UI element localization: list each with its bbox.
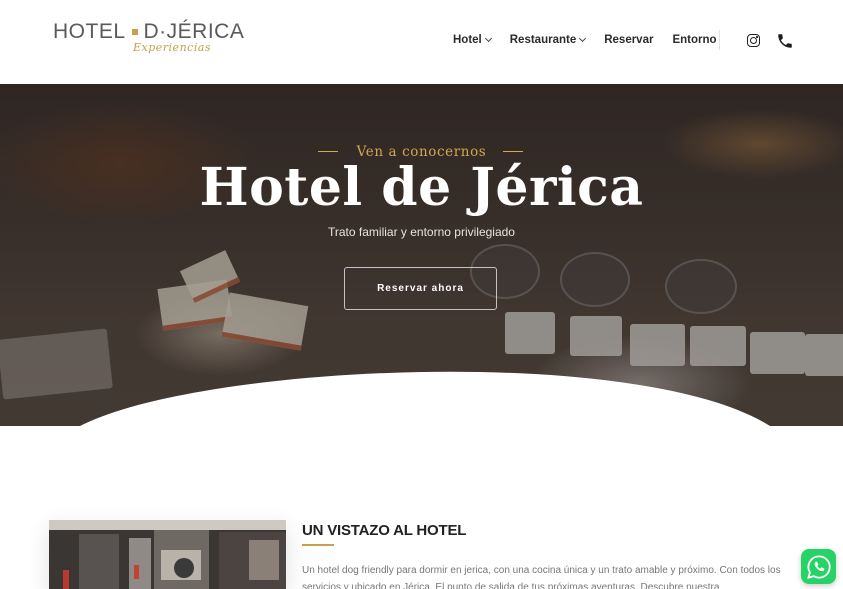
nav-item-label: Reservar xyxy=(604,34,654,46)
phone-icon[interactable] xyxy=(776,32,794,50)
nav-item-entorno[interactable]: Entorno xyxy=(672,34,716,46)
logo-tagline: Experiencias xyxy=(133,41,212,54)
main-nav: Hotel Restaurante Reservar Entorno xyxy=(453,33,736,47)
hero-subtitle: Trato familiar y entorno privilegiado xyxy=(328,225,515,239)
title-underline xyxy=(302,544,334,546)
hero-bottom-curve xyxy=(0,371,843,426)
hero-title: Hotel de Jérica xyxy=(199,157,644,218)
nav-item-restaurante[interactable]: Restaurante xyxy=(509,34,587,46)
logo-dot xyxy=(131,29,138,35)
reserve-now-button[interactable]: Reservar ahora xyxy=(344,267,497,310)
hero-section: Ven a conocernos Hotel de Jérica Trato f… xyxy=(0,84,843,426)
nav-divider xyxy=(719,30,720,50)
nav-item-label: Entorno xyxy=(672,34,717,46)
section-title: UN VISTAZO AL HOTEL xyxy=(302,522,467,539)
instagram-icon[interactable] xyxy=(747,34,760,47)
logo-text-left: HOTEL xyxy=(53,20,126,43)
nav-item-label: Hotel xyxy=(453,34,482,46)
nav-item-hotel[interactable]: Hotel xyxy=(453,34,492,46)
nav-item-reservar[interactable]: Reservar xyxy=(604,34,653,46)
chevron-down-icon xyxy=(579,34,587,43)
hotel-interior-image xyxy=(49,520,286,589)
whatsapp-icon xyxy=(806,554,831,579)
site-header: HOTEL D·JÉRICA Experiencias Hotel Restau… xyxy=(0,0,843,84)
site-logo[interactable]: HOTEL D·JÉRICA Experiencias xyxy=(53,20,244,64)
chevron-down-icon xyxy=(484,34,492,43)
whatsapp-button[interactable] xyxy=(801,549,836,584)
about-paragraph: Un hotel dog friendly para dormir en jer… xyxy=(302,565,781,589)
nav-item-label: Restaurante xyxy=(509,34,577,46)
hotel-photo xyxy=(49,520,286,589)
